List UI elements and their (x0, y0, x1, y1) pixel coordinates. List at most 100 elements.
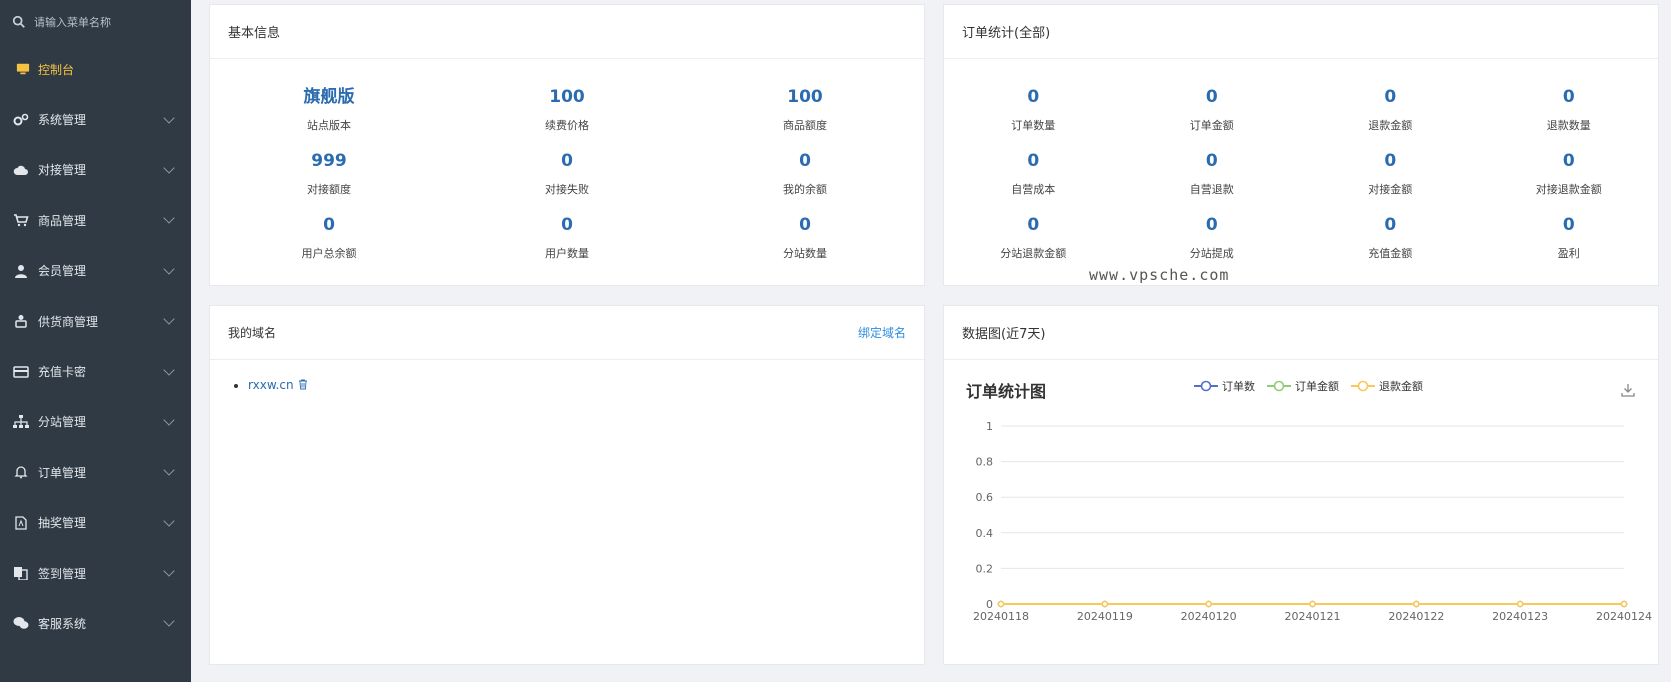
legend-item[interactable]: 订单金额 (1267, 378, 1339, 394)
stat-label: 盈利 (1557, 247, 1580, 260)
x-tick-label: 20240118 (973, 610, 1029, 623)
sidebar-item-label: 商品管理 (38, 213, 87, 228)
basic-info-title: 基本信息 (210, 5, 924, 59)
sidebar-item-label: 签到管理 (38, 566, 87, 581)
chevron-down-icon (163, 515, 175, 527)
search-icon (12, 15, 25, 28)
stat-value: 100 (549, 87, 585, 107)
legend-label: 退款金额 (1379, 380, 1423, 393)
stat-label: 对接失败 (545, 183, 589, 196)
stat-value: 0 (1027, 87, 1040, 107)
stat-label: 分站提成 (1189, 247, 1234, 260)
menu-search[interactable]: 请输入菜单名称 (0, 0, 191, 44)
basic-info-card: 基本信息 旗舰版 站点版本 100 续费价格 100 商品额度 999 对接额度 0 对接失败 0 我… (209, 4, 925, 286)
download-icon[interactable] (1620, 382, 1636, 398)
chevron-down-icon (163, 464, 175, 476)
sidebar-item-4[interactable]: 会员管理 (0, 246, 191, 296)
legend-item[interactable]: 退款金额 (1351, 378, 1423, 394)
order-stats-card: 订单统计(全部) 0 订单数量 0 订单金额 0 退款金额 0 退款数量 0 自营成本 0 自营退款 0… (943, 4, 1659, 286)
chart-title: 订单统计图 (966, 382, 1047, 401)
sidebar-item-9[interactable]: 抽奖管理 (0, 498, 191, 548)
stat-item: 0 用户数量 (448, 211, 686, 275)
stat-label: 用户数量 (545, 247, 589, 260)
chevron-down-icon (163, 565, 175, 577)
stat-item: 0 自营成本 (944, 147, 1123, 211)
sidebar-item-label: 订单管理 (38, 465, 87, 480)
stat-value: 0 (561, 151, 573, 171)
sidebar-item-5[interactable]: 供货商管理 (0, 296, 191, 346)
stat-item: 0 对接退款金额 (1480, 147, 1659, 211)
sidebar-item-label: 分站管理 (38, 415, 87, 430)
sidebar: 请输入菜单名称 控制台 系统管理对接管理商品管理会员管理 供货商管理 充值卡密分站管理… (0, 0, 191, 682)
data-point[interactable] (1620, 600, 1628, 608)
order-stats-title: 订单统计(全部) (944, 5, 1658, 59)
sitemap-icon (12, 414, 30, 430)
bell-icon (12, 464, 30, 480)
supplier-icon (12, 313, 30, 329)
stat-label: 站点版本 (307, 119, 351, 132)
stat-value: 旗舰版 (303, 87, 355, 107)
sidebar-item-10[interactable]: 签到管理 (0, 548, 191, 598)
stat-value: 0 (799, 151, 811, 171)
stat-value: 0 (561, 215, 573, 235)
sidebar-item-3[interactable]: 商品管理 (0, 195, 191, 245)
sidebar-item-6[interactable]: 充值卡密 (0, 346, 191, 396)
legend-marker (1267, 380, 1291, 392)
stat-item: 0 退款数量 (1480, 83, 1659, 147)
sidebar-item-label: 客服系统 (38, 616, 87, 631)
sidebar-item-0[interactable]: 控制台 (0, 44, 191, 94)
legend-label: 订单金额 (1295, 380, 1339, 393)
domain-card: 我的域名 绑定域名 rxxw.cn (209, 305, 925, 665)
domain-link[interactable]: rxxw.cn (248, 378, 294, 392)
legend-label: 订单数 (1222, 380, 1255, 393)
stat-item: 0 对接失败 (448, 147, 686, 211)
stat-value: 0 (1562, 215, 1575, 235)
sidebar-item-label: 抽奖管理 (38, 516, 87, 531)
data-point[interactable] (1205, 600, 1212, 608)
cart-icon (12, 212, 30, 228)
data-point[interactable] (1101, 600, 1109, 608)
sidebar-item-2[interactable]: 对接管理 (0, 145, 191, 195)
stat-label: 订单数量 (1011, 119, 1056, 132)
y-tick-label: 0.6 (976, 491, 994, 504)
chevron-down-icon (163, 212, 175, 225)
stat-value: 0 (1384, 215, 1397, 235)
order-chart: 00.20.40.60.8120240118 20240119 20240120 20… (973, 420, 1652, 623)
sidebar-item-label: 对接管理 (38, 163, 87, 178)
order-stats-grid: 0 订单数量 0 订单金额 0 退款金额 0 退款数量 0 自营成本 0 自营退款 0 对接金额 0 对接退款… (944, 59, 1658, 275)
trash-icon[interactable] (298, 379, 308, 390)
chart-panel-title: 数据图(近7天) (944, 306, 1658, 360)
stat-value: 999 (311, 151, 347, 171)
domain-list: rxxw.cn (210, 360, 924, 392)
domain-header: 我的域名 绑定域名 (210, 306, 924, 360)
stat-item: 0 我的余额 (686, 147, 924, 211)
legend-item[interactable]: 订单数 (1194, 378, 1255, 394)
data-point[interactable] (1516, 600, 1524, 608)
chevron-down-icon (163, 162, 175, 174)
chevron-down-icon (163, 263, 175, 275)
chevron-down-icon (163, 313, 175, 325)
stat-label: 充值金额 (1368, 247, 1413, 260)
chevron-down-icon (163, 363, 175, 376)
bind-domain-link[interactable]: 绑定域名 (858, 324, 906, 341)
sidebar-item-11[interactable]: 客服系统 (0, 598, 191, 648)
stat-label: 订单金额 (1189, 119, 1234, 132)
menu-search-input[interactable]: 请输入菜单名称 (34, 14, 111, 30)
stat-item: 999 对接额度 (210, 147, 448, 211)
data-point[interactable] (997, 600, 1005, 608)
stat-item: 旗舰版 站点版本 (210, 83, 448, 147)
stat-value: 0 (323, 215, 335, 235)
stat-item: 0 盈利 (1480, 211, 1659, 275)
sidebar-item-7[interactable]: 分站管理 (0, 397, 191, 447)
data-point[interactable] (1309, 600, 1316, 608)
stat-label: 对接金额 (1368, 183, 1413, 196)
chevron-down-icon (163, 111, 175, 124)
sidebar-item-1[interactable]: 系统管理 (0, 94, 191, 144)
sidebar-item-8[interactable]: 订单管理 (0, 447, 191, 497)
stat-item: 0 对接金额 (1301, 147, 1480, 211)
stat-item: 0 订单数量 (944, 83, 1123, 147)
stat-item: 0 充值金额 (1301, 211, 1480, 275)
stat-item: 0 订单金额 (1123, 83, 1302, 147)
chart-card: 数据图(近7天) 订单统计图 订单数 订单金额 退款金额 0 0.2 0.4 0.6 0.8… (943, 305, 1659, 665)
data-point[interactable] (1413, 600, 1420, 608)
